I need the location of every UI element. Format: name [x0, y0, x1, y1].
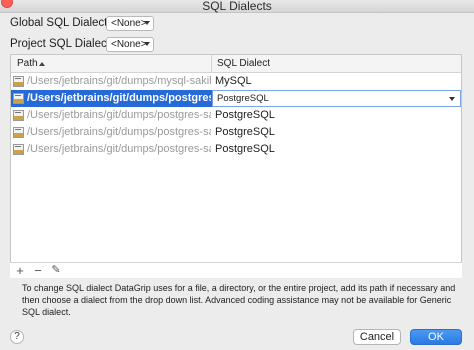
row-dialect[interactable]: PostgreSQL	[215, 126, 275, 138]
sort-ascending-icon	[39, 62, 45, 66]
sql-file-icon	[13, 76, 24, 87]
remove-icon[interactable]: −	[31, 264, 45, 278]
edit-icon[interactable]: ✎	[49, 264, 63, 278]
chevron-down-icon	[144, 21, 150, 25]
window-title: SQL Dialects	[202, 0, 272, 13]
dialect-dropdown-value: PostgreSQL	[217, 93, 269, 104]
table-row-selected[interactable]: /Users/jetbrains/git/dumps/postgres-saki…	[11, 90, 461, 107]
sql-file-icon	[13, 110, 24, 121]
table-row[interactable]: /Users/jetbrains/git/dumps/postgres-saki…	[11, 107, 461, 124]
row-path: /Users/jetbrains/git/dumps/mysql-sakila-…	[27, 75, 211, 87]
column-divider[interactable]	[211, 55, 212, 72]
global-dialect-label: Global SQL Dialect:	[10, 17, 111, 29]
project-dialect-label: Project SQL Dialect:	[10, 38, 114, 50]
row-dialect[interactable]: PostgreSQL	[215, 143, 275, 155]
ok-button[interactable]: OK	[410, 329, 462, 345]
sql-file-icon	[13, 127, 24, 138]
row-dialect[interactable]: MySQL	[215, 75, 252, 87]
row-path: /Users/jetbrains/git/dumps/postgres-saki…	[27, 92, 211, 104]
help-text: To change SQL dialect DataGrip uses for …	[22, 283, 456, 317]
column-header-dialect[interactable]: SQL Dialect	[217, 58, 270, 69]
global-dialect-value: <None>	[111, 18, 147, 29]
table-row[interactable]: /Users/jetbrains/git/dumps/postgres-saki…	[11, 124, 461, 141]
row-path: /Users/jetbrains/git/dumps/postgres-saki…	[27, 143, 211, 155]
dialects-table: Path SQL Dialect /Users/jetbrains/git/du…	[10, 54, 462, 277]
row-path: /Users/jetbrains/git/dumps/postgres-saki…	[27, 126, 211, 138]
table-toolbar: + − ✎	[10, 262, 462, 278]
project-dialect-value: <None>	[111, 39, 147, 50]
cancel-button[interactable]: Cancel	[353, 329, 401, 345]
column-header-path[interactable]: Path	[17, 58, 38, 69]
table-header: Path SQL Dialect	[11, 55, 461, 73]
sql-file-icon	[13, 144, 24, 155]
title-bar: SQL Dialects	[0, 0, 474, 13]
chevron-down-icon	[449, 97, 455, 101]
row-dialect[interactable]: PostgreSQL	[215, 109, 275, 121]
help-button[interactable]: ?	[10, 330, 24, 344]
sql-file-icon	[13, 93, 24, 104]
table-row[interactable]: /Users/jetbrains/git/dumps/mysql-sakila-…	[11, 73, 461, 90]
project-dialect-select[interactable]: <None>	[106, 37, 154, 52]
dialect-dropdown[interactable]: PostgreSQL	[212, 90, 461, 107]
global-dialect-select[interactable]: <None>	[106, 16, 154, 31]
add-icon[interactable]: +	[13, 264, 27, 278]
table-row[interactable]: /Users/jetbrains/git/dumps/postgres-saki…	[11, 141, 461, 158]
row-path: /Users/jetbrains/git/dumps/postgres-saki…	[27, 109, 211, 121]
chevron-down-icon	[144, 42, 150, 46]
